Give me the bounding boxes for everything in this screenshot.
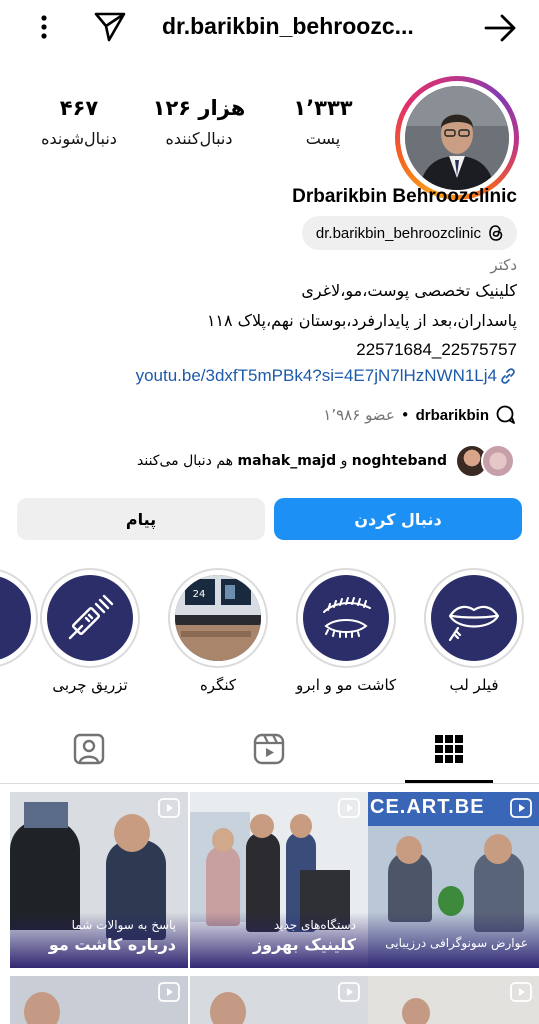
- reel-indicator-icon: [338, 798, 360, 818]
- followed-by-avatars: [455, 442, 517, 480]
- arrow-right-icon[interactable]: [480, 10, 520, 46]
- grid-post[interactable]: [190, 976, 368, 1024]
- link-icon: [501, 368, 515, 384]
- congress-photo: 24: [175, 575, 261, 661]
- post-caption-title: کلینیک بهروز: [252, 935, 356, 954]
- highlight-label: تزریق چربی: [52, 676, 128, 694]
- threads-badge[interactable]: dr.barikbin_behroozclinic: [301, 216, 517, 250]
- profile-tabs: [0, 718, 539, 784]
- lips-injection-icon: [448, 605, 500, 642]
- bio-line-1: کلینیک تخصصی پوست،مو،لاغری: [301, 281, 517, 300]
- followers-count-label: دنبال‌کننده: [165, 129, 233, 148]
- threads-community-row[interactable]: ۱٬۹۸۶ عضو • drbarikbin: [323, 404, 517, 426]
- post-caption: عوارض سونوگرافی درزیبایی: [385, 936, 528, 950]
- bio-link-text: youtu.be/3dxfT5mPBk4?si=4E7jN7lHzNWN1Lj4: [135, 366, 497, 385]
- grid-icon[interactable]: [432, 732, 466, 766]
- syringe-icon: [68, 594, 114, 640]
- followers-count-value: ۱۲۶ هزار: [152, 96, 246, 120]
- tagged-person-icon[interactable]: [72, 732, 106, 766]
- followed-by-user-1: noghteband: [351, 453, 447, 469]
- reel-indicator-icon: [338, 982, 360, 1002]
- reels-icon[interactable]: [252, 732, 286, 766]
- posts-count-label: پست: [305, 129, 341, 148]
- profile-category: دکتر: [490, 256, 517, 274]
- profile-avatar[interactable]: [395, 76, 519, 200]
- follow-button[interactable]: دنبال کردن: [274, 498, 522, 540]
- highlight-label: فیلر لب: [449, 676, 499, 694]
- bio-phone: 22571684_22575757: [356, 340, 517, 359]
- paper-plane-icon[interactable]: [92, 8, 128, 44]
- bio-link[interactable]: youtu.be/3dxfT5mPBk4?si=4E7jN7lHzNWN1Lj4: [136, 366, 517, 386]
- grid-post[interactable]: پاسخ به سوالات شما درباره کاشت مو: [10, 792, 188, 968]
- reel-indicator-icon: [510, 982, 532, 1002]
- threads-separator: •: [400, 406, 410, 424]
- following-count-label: دنبال‌شونده: [41, 129, 117, 148]
- congress-slide-number: 24: [193, 589, 206, 600]
- highlight-hair-eyebrow[interactable]: کاشت مو و ابرو: [296, 568, 396, 694]
- threads-handle: drbarikbin: [415, 406, 489, 424]
- highlight-label: کنگره: [199, 676, 237, 694]
- threads-icon: [489, 225, 503, 241]
- message-button[interactable]: پیام: [17, 498, 265, 540]
- highlight-label: کاشت مو و ابرو: [296, 676, 397, 694]
- grid-post[interactable]: [10, 976, 188, 1024]
- threads-members: ۱٬۹۸۶ عضو: [323, 406, 395, 424]
- post-caption-title: درباره کاشت مو: [48, 935, 176, 954]
- more-vertical-icon[interactable]: [34, 12, 54, 42]
- threads-chat-icon: [496, 405, 515, 424]
- bio-line-2: پاسداران،بعد از پایدارفرد،بوستان نهم،پلا…: [206, 311, 517, 330]
- post-caption: دستگاه‌های جدید: [273, 918, 356, 932]
- reel-indicator-icon: [158, 982, 180, 1002]
- grid-post[interactable]: دستگاه‌های جدید کلینیک بهروز: [190, 792, 368, 968]
- followed-by-text: هم دنبال می‌کنند mahak_majd و noghteband: [137, 453, 447, 469]
- avatar: [481, 444, 515, 478]
- grid-post[interactable]: [362, 976, 539, 1024]
- reel-indicator-icon: [158, 798, 180, 818]
- top-bar: dr.barikbin_behroozc...: [0, 0, 539, 56]
- profile-username-title: dr.barikbin_behroozc...: [162, 13, 414, 39]
- eyebrow-icon: [323, 597, 371, 638]
- highlight-lip-filler[interactable]: فیلر لب: [424, 568, 524, 694]
- posts-count-value: ۱٬۳۳۳: [293, 96, 353, 120]
- avatar-photo: [405, 86, 509, 190]
- profile-name: Drbarikbin Behroozclinic: [292, 186, 517, 207]
- followers-count[interactable]: ۱۲۶ هزار دنبال‌کننده: [144, 95, 254, 151]
- highlight-fat-injection[interactable]: تزریق چربی: [40, 568, 140, 694]
- followed-by-row[interactable]: هم دنبال می‌کنند mahak_majd و noghteband: [137, 442, 517, 480]
- posts-count[interactable]: ۱٬۳۳۳ پست: [268, 95, 378, 151]
- grid-post[interactable]: CE.ART.BE عوارض سونوگرافی درزیبایی: [362, 792, 539, 968]
- following-count-value: ۴۶۷: [59, 96, 99, 120]
- following-count[interactable]: ۴۶۷ دنبال‌شونده: [24, 95, 134, 151]
- post-caption: پاسخ به سوالات شما: [71, 918, 176, 932]
- highlight-partial[interactable]: [0, 568, 38, 668]
- threads-badge-label: dr.barikbin_behroozclinic: [315, 224, 481, 242]
- active-tab-indicator: [405, 780, 493, 783]
- highlight-congress[interactable]: 24 کنگره: [168, 568, 268, 694]
- followed-by-user-2: mahak_majd: [237, 453, 337, 469]
- reel-indicator-icon: [510, 798, 532, 818]
